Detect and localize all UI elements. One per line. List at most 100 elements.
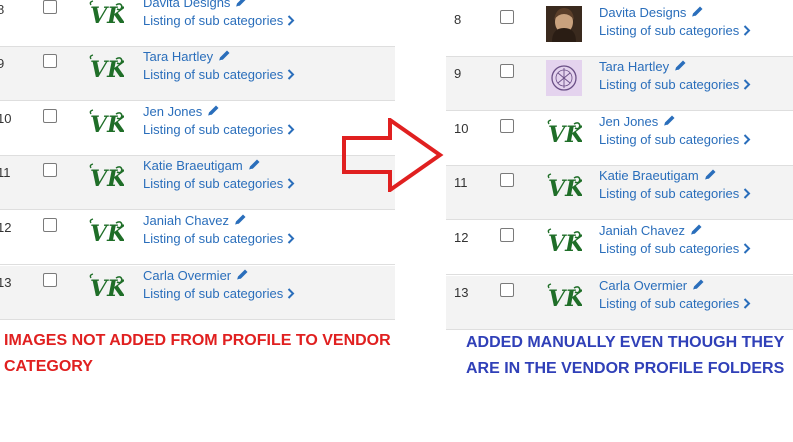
pencil-icon[interactable] — [247, 158, 261, 172]
row-checkbox[interactable] — [500, 173, 514, 187]
category-name[interactable]: Janiah Chavez — [143, 213, 229, 228]
category-name[interactable]: Jen Jones — [143, 104, 202, 119]
chevron-right-icon — [287, 233, 295, 244]
row-checkbox[interactable] — [43, 0, 57, 14]
subcategories-link[interactable]: Listing of sub categories — [599, 241, 751, 256]
category-name-link[interactable]: Tara Hartley — [143, 49, 231, 64]
category-name-link[interactable]: Carla Overmier — [143, 268, 249, 283]
category-name[interactable]: Davita Designs — [599, 5, 686, 20]
svg-text:VK: VK — [90, 57, 124, 83]
subcategories-link[interactable]: Listing of sub categories — [143, 13, 295, 28]
category-thumbnail: VK — [88, 159, 127, 195]
category-name-link[interactable]: Carla Overmier — [599, 278, 705, 293]
category-thumbnail: VK — [88, 269, 127, 305]
table-row: 9 VK Tara Hartley Listing of sub categories — [0, 47, 395, 101]
category-name[interactable]: Davita Designs — [143, 0, 230, 10]
category-name-link[interactable]: Tara Hartley — [599, 59, 687, 74]
subcategories-label[interactable]: Listing of sub categories — [599, 23, 739, 38]
table-row: 13 VK Carla Overmier Listing of sub categor… — [0, 266, 395, 320]
pencil-icon[interactable] — [689, 223, 703, 237]
chevron-right-icon — [743, 188, 751, 199]
pencil-icon[interactable] — [673, 59, 687, 73]
chevron-right-icon — [743, 79, 751, 90]
subcategories-link[interactable]: Listing of sub categories — [599, 296, 751, 311]
category-thumbnail: VK — [546, 224, 585, 260]
category-thumbnail: VK — [546, 279, 585, 315]
table-row: 11 VK Katie Braeutigam Listing of sub categ… — [0, 156, 395, 210]
subcategories-label[interactable]: Listing of sub categories — [599, 77, 739, 92]
subcategories-link[interactable]: Listing of sub categories — [143, 231, 295, 246]
subcategories-label[interactable]: Listing of sub categories — [143, 176, 283, 191]
row-checkbox[interactable] — [500, 119, 514, 133]
row-checkbox[interactable] — [500, 283, 514, 297]
category-thumbnail — [546, 6, 582, 42]
subcategories-label[interactable]: Listing of sub categories — [143, 286, 283, 301]
subcategories-link[interactable]: Listing of sub categories — [599, 186, 751, 201]
subcategories-label[interactable]: Listing of sub categories — [599, 241, 739, 256]
subcategories-link[interactable]: Listing of sub categories — [599, 77, 751, 92]
row-checkbox[interactable] — [43, 109, 57, 123]
subcategories-link[interactable]: Listing of sub categories — [143, 176, 295, 191]
table-row: 8 VK Davita Designs Listing of sub categori… — [0, 0, 395, 47]
row-checkbox[interactable] — [43, 218, 57, 232]
row-checkbox[interactable] — [43, 54, 57, 68]
subcategories-link[interactable]: Listing of sub categories — [143, 67, 295, 82]
category-name[interactable]: Janiah Chavez — [599, 223, 685, 238]
subcategories-label[interactable]: Listing of sub categories — [143, 67, 283, 82]
pencil-icon[interactable] — [662, 114, 676, 128]
pencil-icon[interactable] — [206, 104, 220, 118]
category-name-link[interactable]: Katie Braeutigam — [143, 158, 261, 173]
category-name-link[interactable]: Katie Braeutigam — [599, 168, 717, 183]
chevron-right-icon — [743, 134, 751, 145]
table-row: 10 VK Jen Jones Listing of sub categories — [446, 112, 793, 166]
pencil-icon[interactable] — [217, 49, 231, 63]
pencil-icon[interactable] — [235, 268, 249, 282]
chevron-right-icon — [743, 243, 751, 254]
row-checkbox[interactable] — [500, 228, 514, 242]
pencil-icon[interactable] — [233, 213, 247, 227]
subcategories-label[interactable]: Listing of sub categories — [143, 122, 283, 137]
category-thumbnail — [546, 60, 582, 96]
subcategories-link[interactable]: Listing of sub categories — [599, 132, 751, 147]
row-number: 8 — [0, 2, 5, 17]
table-row: 9 Tara Hartley Listing of sub categories — [446, 57, 793, 111]
chevron-right-icon — [287, 178, 295, 189]
row-number: 13 — [0, 275, 12, 290]
row-number: 12 — [0, 220, 12, 235]
category-name[interactable]: Tara Hartley — [143, 49, 213, 64]
subcategories-label[interactable]: Listing of sub categories — [599, 296, 739, 311]
chevron-right-icon — [287, 69, 295, 80]
category-name-link[interactable]: Janiah Chavez — [599, 223, 703, 238]
category-name[interactable]: Tara Hartley — [599, 59, 669, 74]
subcategories-label[interactable]: Listing of sub categories — [143, 231, 283, 246]
pencil-icon[interactable] — [234, 0, 248, 9]
pencil-icon[interactable] — [690, 5, 704, 19]
subcategories-label[interactable]: Listing of sub categories — [599, 132, 739, 147]
row-number: 8 — [454, 12, 462, 27]
category-thumbnail: VK — [546, 169, 585, 205]
category-name-link[interactable]: Jen Jones — [143, 104, 220, 119]
subcategories-link[interactable]: Listing of sub categories — [143, 286, 295, 301]
category-name[interactable]: Katie Braeutigam — [143, 158, 243, 173]
subcategories-link[interactable]: Listing of sub categories — [599, 23, 751, 38]
pencil-icon[interactable] — [703, 168, 717, 182]
subcategories-link[interactable]: Listing of sub categories — [143, 122, 295, 137]
category-name-link[interactable]: Davita Designs — [143, 0, 248, 10]
row-number: 11 — [0, 165, 11, 180]
pencil-icon[interactable] — [691, 278, 705, 292]
table-row: 11 VK Katie Braeutigam Listing of sub categ… — [446, 166, 793, 220]
subcategories-label[interactable]: Listing of sub categories — [143, 13, 283, 28]
row-checkbox[interactable] — [43, 163, 57, 177]
row-checkbox[interactable] — [500, 64, 514, 78]
table-row: 12 VK Janiah Chavez Listing of sub categori… — [446, 221, 793, 275]
row-checkbox[interactable] — [43, 273, 57, 287]
category-name[interactable]: Jen Jones — [599, 114, 658, 129]
category-name[interactable]: Katie Braeutigam — [599, 168, 699, 183]
category-name[interactable]: Carla Overmier — [143, 268, 231, 283]
subcategories-label[interactable]: Listing of sub categories — [599, 186, 739, 201]
category-name[interactable]: Carla Overmier — [599, 278, 687, 293]
row-checkbox[interactable] — [500, 10, 514, 24]
category-name-link[interactable]: Janiah Chavez — [143, 213, 247, 228]
category-name-link[interactable]: Jen Jones — [599, 114, 676, 129]
category-name-link[interactable]: Davita Designs — [599, 5, 704, 20]
